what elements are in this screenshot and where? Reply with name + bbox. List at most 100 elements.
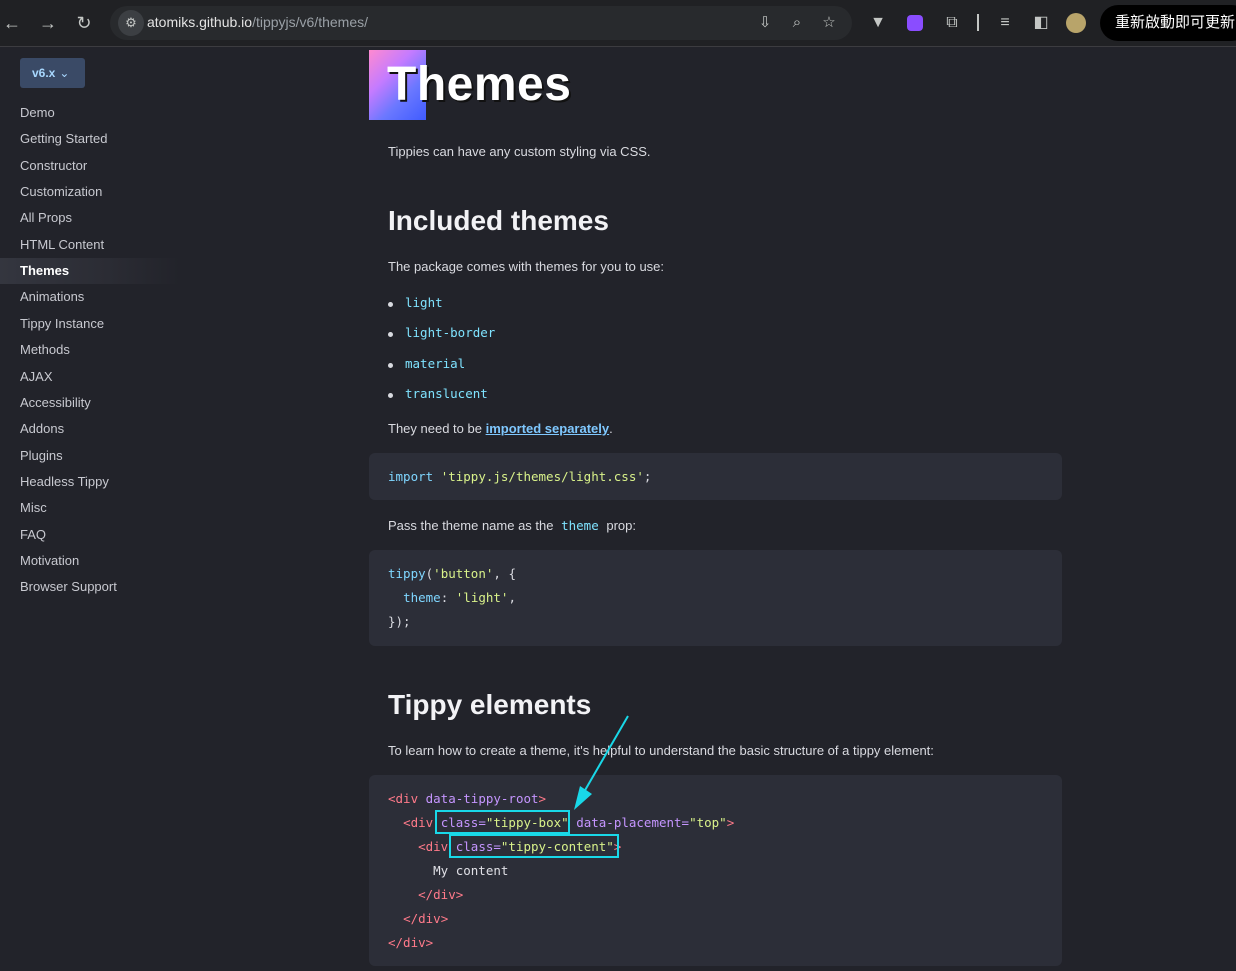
code-punctuation: }); — [388, 614, 411, 629]
side-panel-icon[interactable]: ◧ — [1029, 11, 1053, 35]
sidebar-item-demo[interactable]: Demo — [0, 100, 200, 126]
tippy-elements-text: To learn how to create a theme, it's hel… — [388, 743, 934, 758]
profile-avatar-icon[interactable] — [1064, 11, 1088, 35]
chevron-down-icon: ⌄ — [59, 66, 70, 80]
tippy-box-highlight — [435, 810, 570, 834]
sidebar-item-headless-tippy[interactable]: Headless Tippy — [0, 469, 200, 495]
theme-name: light — [405, 295, 443, 310]
pass-theme-text: Pass the theme name as the theme prop: — [388, 518, 636, 533]
url-domain: atomiks.github.io — [147, 14, 253, 30]
sidebar-item-themes[interactable]: Themes — [0, 258, 180, 285]
theme-name: translucent — [405, 386, 488, 401]
sidebar-item-constructor[interactable]: Constructor — [0, 153, 200, 179]
code-text: My content — [433, 863, 509, 878]
import-note-suffix: . — [609, 421, 613, 436]
code-property: theme — [403, 590, 441, 605]
code-string: 'tippy.js/themes/light.css' — [440, 469, 644, 484]
sidebar-item-ajax[interactable]: AJAX — [0, 364, 200, 390]
code-line: theme: 'light', — [388, 590, 516, 605]
sidebar-item-tippy-instance[interactable]: Tippy Instance — [0, 311, 200, 337]
code-line: </div> — [388, 887, 463, 902]
extensions-puzzle-icon[interactable]: ⧉ — [940, 11, 964, 35]
bullet-dot — [388, 302, 393, 307]
code-string: 'light' — [455, 590, 509, 605]
sidebar-item-motivation[interactable]: Motivation — [0, 548, 200, 574]
sidebar-item-html-content[interactable]: HTML Content — [0, 232, 200, 258]
zoom-icon[interactable]: ⌕ — [786, 12, 808, 34]
bullet-dot — [388, 332, 393, 337]
media-queue-icon[interactable]: ≡ — [993, 11, 1017, 35]
sidebar-item-getting-started[interactable]: Getting Started — [0, 126, 200, 152]
code-line: import 'tippy.js/themes/light.css'; — [388, 469, 651, 484]
code-punctuation: : — [440, 590, 456, 605]
theme-name: light-border — [405, 325, 496, 340]
update-restart-button[interactable]: 重新啟動即可更新 — [1100, 5, 1236, 41]
code-line: tippy('button', { — [388, 566, 516, 581]
toolbar-divider — [977, 14, 979, 31]
forward-icon[interactable]: → — [36, 11, 60, 35]
code-tag: <div — [388, 791, 419, 806]
sidebar-item-faq[interactable]: FAQ — [0, 522, 200, 548]
sidebar-item-browser-support[interactable]: Browser Support — [0, 574, 200, 600]
page-title-area: Themes — [369, 50, 769, 120]
site-settings-icon[interactable]: ⚙ — [118, 10, 144, 36]
code-function: tippy — [388, 566, 426, 581]
code-string: "top" — [689, 815, 727, 830]
docs-sidebar: v6.x ⌄ Demo Getting Started Constructor Cust… — [0, 47, 350, 971]
code-punctuation: , { — [493, 566, 516, 581]
theme-name: material — [405, 356, 466, 371]
reload-icon[interactable]: ↻ — [72, 11, 96, 35]
import-code-block: import 'tippy.js/themes/light.css'; — [369, 453, 1062, 500]
code-line: <div data-tippy-root> — [388, 791, 546, 806]
extension-purple-icon[interactable] — [903, 11, 927, 35]
imported-separately-link[interactable]: imported separately — [486, 421, 610, 436]
bullet-dot — [388, 393, 393, 398]
address-bar[interactable]: ⚙ atomiks.github.io/tippyjs/v6/themes/ ⇩… — [110, 6, 852, 40]
html-structure-code-block: <div data-tippy-root> <div class="tippy-… — [369, 775, 1062, 966]
code-string: 'button' — [433, 566, 494, 581]
code-punctuation: , — [508, 590, 516, 605]
inline-code-theme: theme — [561, 518, 599, 533]
sidebar-item-plugins[interactable]: Plugins — [0, 443, 200, 469]
url-text[interactable]: atomiks.github.io/tippyjs/v6/themes/ — [147, 14, 368, 30]
install-app-icon[interactable]: ⇩ — [754, 12, 776, 34]
included-themes-text: The package comes with themes for you to… — [388, 259, 665, 274]
pass-suffix: prop: — [606, 518, 637, 533]
code-tag: > — [538, 791, 547, 806]
code-line: </div> — [388, 935, 433, 950]
intro-text: Tippies can have any custom styling via … — [388, 144, 651, 159]
vue-devtools-icon[interactable]: ▼ — [866, 11, 890, 35]
sidebar-item-misc[interactable]: Misc — [0, 495, 200, 521]
browser-toolbar: ← → ↻ ⚙ atomiks.github.io/tippyjs/v6/the… — [0, 0, 1236, 47]
code-line: My content — [388, 863, 508, 878]
bookmark-star-icon[interactable]: ☆ — [818, 12, 840, 34]
bullet-dot — [388, 363, 393, 368]
code-tag: </div> — [388, 935, 434, 950]
import-note: They need to be imported separately. — [388, 421, 613, 436]
back-icon[interactable]: ← — [0, 11, 24, 35]
sidebar-item-accessibility[interactable]: Accessibility — [0, 390, 200, 416]
import-note-prefix: They need to be — [388, 421, 486, 436]
theme-prop-code-block: tippy('button', { theme: 'light', }); — [369, 550, 1062, 646]
included-themes-heading: Included themes — [388, 205, 609, 236]
code-punctuation: ; — [643, 469, 652, 484]
sidebar-item-addons[interactable]: Addons — [0, 416, 200, 442]
code-tag: </div> — [403, 911, 449, 926]
code-attr: data-tippy-root — [418, 791, 539, 806]
sidebar-item-all-props[interactable]: All Props — [0, 205, 200, 231]
code-line: </div> — [388, 911, 448, 926]
sidebar-item-methods[interactable]: Methods — [0, 337, 200, 363]
pass-prefix: Pass the theme name as the — [388, 518, 554, 533]
code-tag: > — [726, 815, 735, 830]
version-label: v6.x — [32, 66, 56, 80]
sidebar-item-customization[interactable]: Customization — [0, 179, 200, 205]
url-path: /tippyjs/v6/themes/ — [252, 14, 368, 30]
page-title: Themes — [387, 58, 572, 111]
code-tag: </div> — [418, 887, 464, 902]
sidebar-item-animations[interactable]: Animations — [0, 284, 200, 310]
tippy-content-highlight — [449, 834, 619, 858]
version-dropdown[interactable]: v6.x ⌄ — [20, 58, 85, 88]
code-tag: <div — [403, 815, 434, 830]
code-tag: <div — [418, 839, 449, 854]
annotation-arrow-icon — [574, 715, 629, 810]
